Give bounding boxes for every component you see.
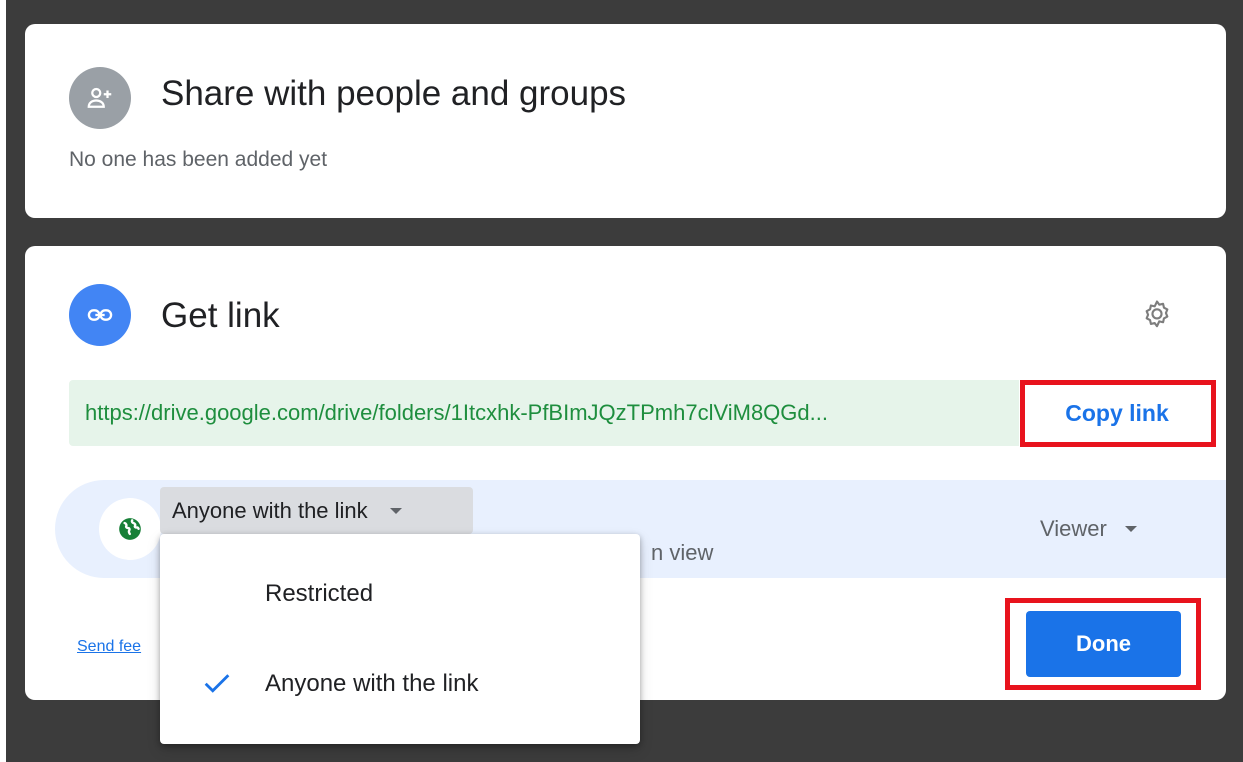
role-dropdown[interactable]: Viewer (1040, 516, 1137, 542)
send-feedback-link[interactable]: Send fee (77, 638, 141, 656)
caret-down-icon (1124, 526, 1137, 532)
share-title: Share with people and groups (161, 74, 627, 113)
general-access-label: Anyone with the link (172, 497, 368, 523)
link-url-field[interactable]: https://drive.google.com/drive/folders/1… (69, 380, 1019, 446)
general-access-dropdown[interactable]: Anyone with the link (160, 487, 473, 534)
menu-item-label: Anyone with the link (265, 670, 479, 697)
copy-link-highlight (1020, 380, 1216, 447)
person-add-icon (69, 67, 131, 129)
done-highlight (1005, 598, 1201, 690)
menu-item-restricted[interactable]: Restricted (160, 548, 640, 638)
gear-icon[interactable] (1140, 298, 1174, 332)
share-subtitle: No one has been added yet (69, 148, 328, 171)
access-dropdown-menu: Restricted Anyone with the link (160, 534, 640, 744)
link-icon (69, 284, 131, 346)
access-description: n view (651, 540, 714, 565)
globe-icon (99, 498, 161, 560)
menu-item-anyone-with-link[interactable]: Anyone with the link (160, 638, 640, 728)
role-label: Viewer (1040, 516, 1107, 541)
check-icon (200, 666, 234, 707)
link-url-text: https://drive.google.com/drive/folders/1… (85, 400, 828, 425)
caret-down-icon (389, 507, 402, 514)
share-people-card: Share with people and groups No one has … (25, 24, 1226, 218)
menu-item-label: Restricted (265, 580, 374, 607)
get-link-title: Get link (161, 296, 280, 335)
